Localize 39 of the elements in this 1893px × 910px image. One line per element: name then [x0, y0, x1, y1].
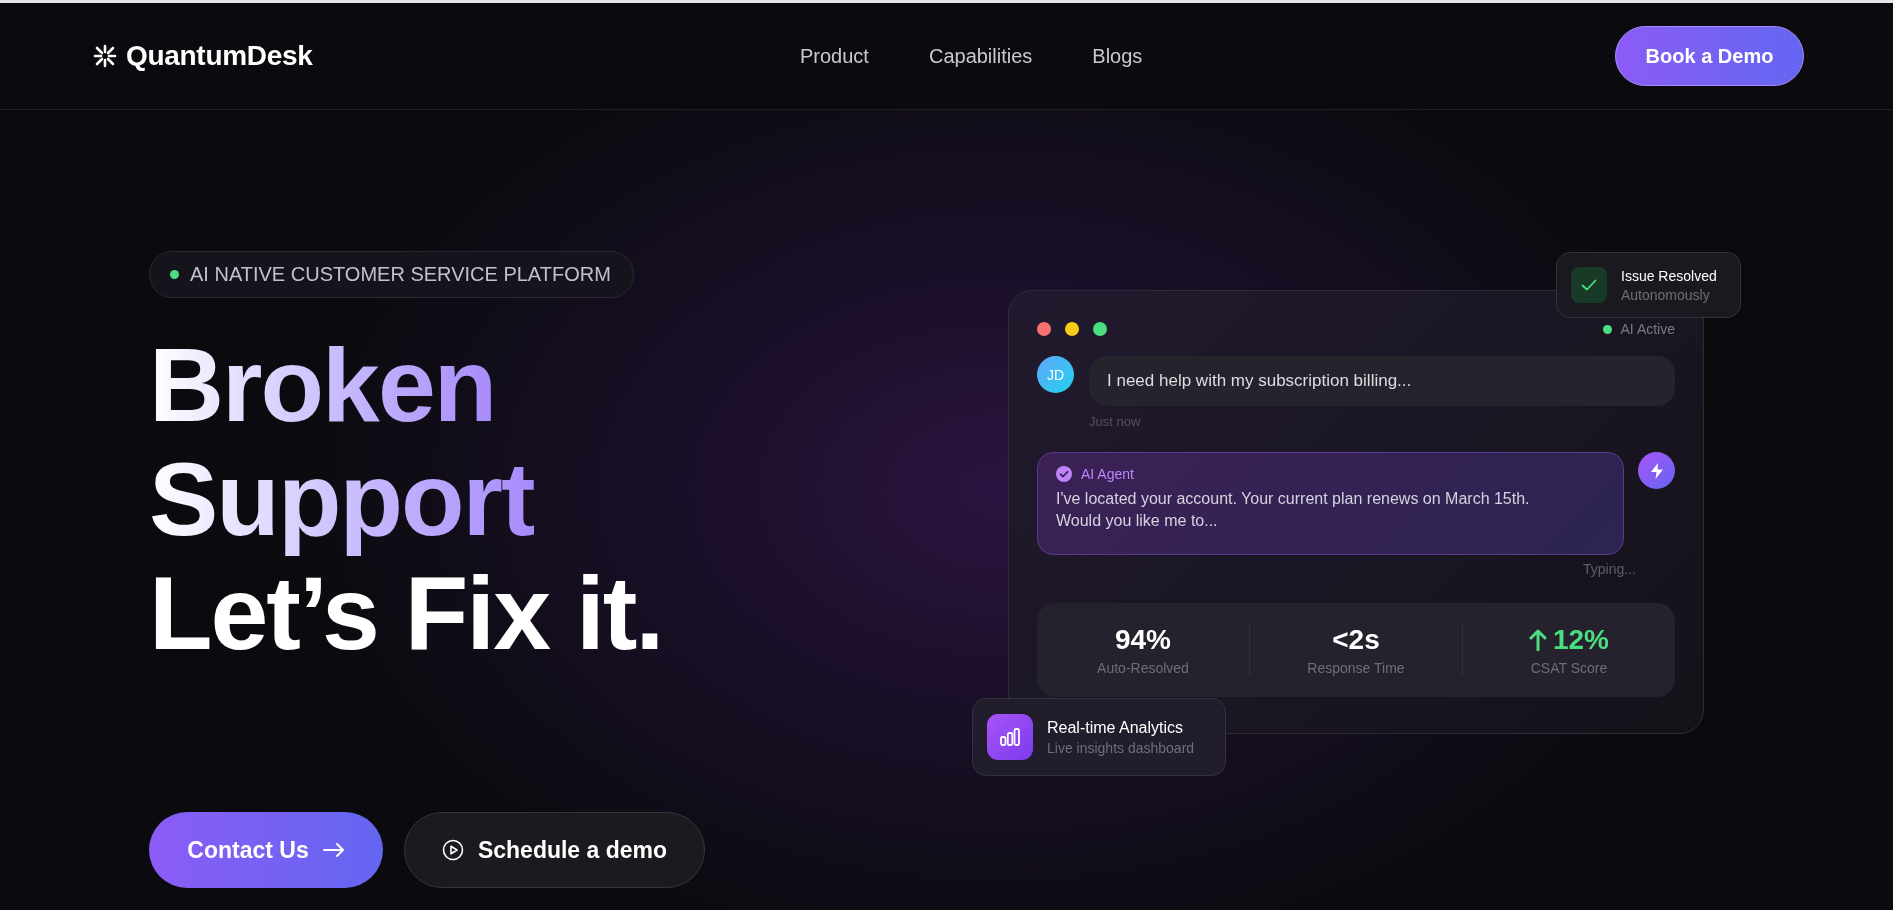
book-demo-button[interactable]: Book a Demo	[1615, 26, 1804, 86]
user-message: I need help with my subscription billing...	[1089, 356, 1675, 406]
logo-icon	[92, 43, 118, 69]
user-avatar: JD	[1037, 356, 1074, 393]
typing-status: Typing...	[1583, 561, 1636, 577]
ai-status: AI Active	[1620, 321, 1675, 337]
schedule-demo-button[interactable]: Schedule a demo	[404, 812, 705, 888]
badge-text: AI NATIVE CUSTOMER SERVICE PLATFORM	[190, 263, 611, 286]
check-icon	[1571, 267, 1607, 303]
card-title: Issue Resolved	[1621, 267, 1718, 284]
bar-chart-icon	[987, 714, 1033, 760]
agent-text: I've located your account. Your current plan renews on March 15th. Would you like me to...	[1056, 489, 1531, 531]
stat-label: Auto-Resolved	[1097, 660, 1189, 676]
card-title: Real-time Analytics	[1047, 718, 1185, 737]
status-dot	[1602, 324, 1612, 334]
arrow-right-icon	[322, 842, 345, 858]
card-subtitle: Live insights dashboard	[1047, 739, 1196, 756]
lightning-icon	[1649, 462, 1664, 479]
nav-link[interactable]: Blogs	[1092, 44, 1143, 68]
window-dot	[1065, 322, 1079, 336]
stat-value: 94%	[1114, 624, 1171, 656]
headline: Let’s Fix it.	[149, 556, 663, 670]
nav-link[interactable]: Product	[800, 44, 869, 68]
stat-label: CSAT Score	[1530, 660, 1608, 676]
nav-link[interactable]: Capabilities	[928, 44, 1033, 68]
stat-value: 12%	[1528, 624, 1609, 656]
check-circle-icon	[1056, 466, 1072, 482]
status-dot	[170, 270, 179, 279]
window-dot	[1093, 322, 1107, 336]
stat-value: <2s	[1332, 624, 1380, 656]
play-icon	[441, 839, 464, 861]
card-subtitle: Autonomously	[1621, 286, 1711, 303]
message-time: Just now	[1089, 414, 1142, 429]
window-dot	[1037, 322, 1051, 336]
arrow-up-icon	[1528, 629, 1547, 651]
stat-label: Response Time	[1307, 660, 1405, 676]
brand-name: QuantumDesk	[126, 40, 313, 72]
agent-name: AI Agent	[1081, 466, 1134, 482]
contact-button[interactable]: Contact Us	[149, 812, 383, 888]
